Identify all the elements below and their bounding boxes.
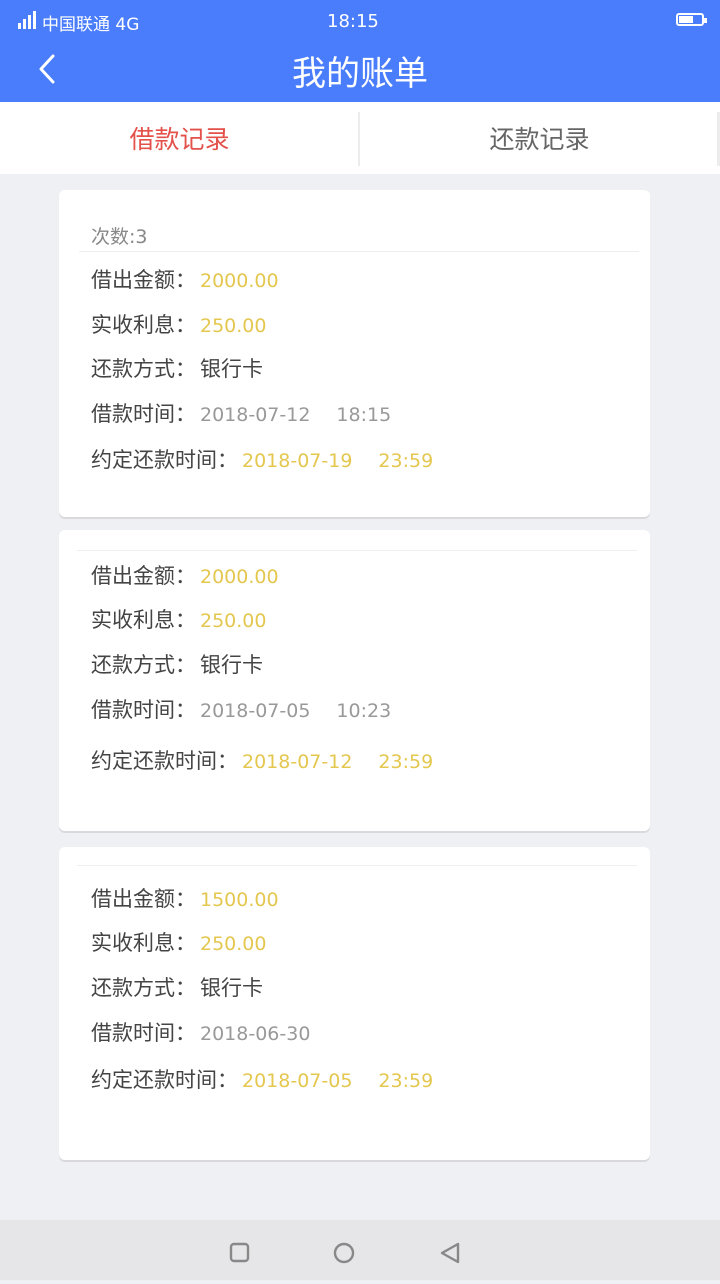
borrow-time-label: 借款时间： bbox=[91, 402, 196, 426]
due-time-label: 约定还款时间： bbox=[91, 749, 238, 773]
tab-repay-records[interactable]: 还款记录 bbox=[360, 102, 719, 174]
amount-label: 借出金额： bbox=[91, 268, 196, 292]
amount-label: 借出金额： bbox=[91, 564, 196, 588]
due-clock-value: 23:59 bbox=[378, 1070, 434, 1092]
home-button[interactable] bbox=[314, 1220, 374, 1280]
interest-label: 实收利息： bbox=[91, 931, 196, 955]
signal-icon bbox=[18, 11, 36, 29]
interest-value: 250.00 bbox=[200, 315, 267, 337]
count-label: 次数:3 bbox=[91, 226, 148, 248]
due-time-label: 约定还款时间： bbox=[91, 1068, 238, 1092]
interest-label: 实收利息： bbox=[91, 313, 196, 337]
amount-label: 借出金额： bbox=[91, 887, 196, 911]
amount-value: 2000.00 bbox=[200, 270, 279, 292]
page-title: 我的账单 bbox=[292, 54, 428, 94]
method-row: 还款方式： 银行卡 bbox=[91, 649, 263, 679]
borrow-date-value: 2018-06-30 bbox=[200, 1023, 311, 1045]
due-time-row: 约定还款时间： 2018-07-12 23:59 bbox=[91, 745, 433, 775]
carrier-label: 中国联通 4G bbox=[42, 15, 140, 35]
record-card[interactable]: 次数:3 借出金额： 2000.00 实收利息： 250.00 还款方式： 银行卡 借… bbox=[59, 190, 650, 517]
due-time-row: 约定还款时间： 2018-07-05 23:59 bbox=[91, 1064, 433, 1094]
recents-button[interactable] bbox=[209, 1220, 269, 1280]
due-date-value: 2018-07-12 bbox=[242, 751, 353, 773]
due-time-row: 约定还款时间： 2018-07-19 23:59 bbox=[91, 444, 433, 474]
due-date-value: 2018-07-19 bbox=[242, 450, 353, 472]
interest-value: 250.00 bbox=[200, 610, 267, 632]
record-card[interactable]: 借出金额： 1500.00 实收利息： 250.00 还款方式： 银行卡 借款时间： 2… bbox=[59, 847, 650, 1160]
method-value: 银行卡 bbox=[200, 357, 263, 381]
battery-icon bbox=[676, 13, 707, 26]
method-row: 还款方式： 银行卡 bbox=[91, 972, 263, 1002]
divider bbox=[77, 550, 637, 551]
method-label: 还款方式： bbox=[91, 653, 196, 677]
system-nav-bar bbox=[0, 1220, 720, 1280]
record-card[interactable]: 借出金额： 2000.00 实收利息： 250.00 还款方式： 银行卡 借款时间： 2… bbox=[59, 530, 650, 831]
borrow-time-row: 借款时间： 2018-07-12 18:15 bbox=[91, 398, 391, 428]
amount-row: 借出金额： 1500.00 bbox=[91, 883, 279, 913]
borrow-time-row: 借款时间： 2018-06-30 bbox=[91, 1017, 310, 1047]
method-row: 还款方式： 银行卡 bbox=[91, 353, 263, 383]
circle-icon bbox=[333, 1242, 355, 1264]
system-back-button[interactable] bbox=[420, 1220, 480, 1280]
borrow-date-value: 2018-07-12 bbox=[200, 404, 311, 426]
tab-bar: 借款记录 还款记录 bbox=[0, 102, 720, 174]
borrow-time-label: 借款时间： bbox=[91, 698, 196, 722]
amount-value: 2000.00 bbox=[200, 566, 279, 588]
amount-value: 1500.00 bbox=[200, 889, 279, 911]
amount-row: 借出金额： 2000.00 bbox=[91, 264, 279, 294]
interest-row: 实收利息： 250.00 bbox=[91, 927, 266, 957]
borrow-date-value: 2018-07-05 bbox=[200, 700, 311, 722]
amount-row: 借出金额： 2000.00 bbox=[91, 560, 279, 590]
interest-label: 实收利息： bbox=[91, 608, 196, 632]
due-clock-value: 23:59 bbox=[378, 450, 434, 472]
divider bbox=[79, 251, 639, 252]
interest-row: 实收利息： 250.00 bbox=[91, 309, 266, 339]
square-icon bbox=[229, 1242, 250, 1263]
due-clock-value: 23:59 bbox=[378, 751, 434, 773]
borrow-clock-value: 18:15 bbox=[336, 404, 392, 426]
due-time-label: 约定还款时间： bbox=[91, 448, 238, 472]
interest-value: 250.00 bbox=[200, 933, 267, 955]
borrow-time-row: 借款时间： 2018-07-05 10:23 bbox=[91, 694, 391, 724]
app-header: 中国联通 4G 18:15 我的账单 bbox=[0, 0, 720, 102]
tab-borrow-records[interactable]: 借款记录 bbox=[0, 102, 359, 174]
triangle-back-icon bbox=[440, 1242, 460, 1264]
borrow-time-label: 借款时间： bbox=[91, 1021, 196, 1045]
method-label: 还款方式： bbox=[91, 357, 196, 381]
due-date-value: 2018-07-05 bbox=[242, 1070, 353, 1092]
divider bbox=[77, 865, 637, 866]
borrow-clock-value: 10:23 bbox=[336, 700, 392, 722]
method-value: 银行卡 bbox=[200, 653, 263, 677]
status-bar: 中国联通 4G 18:15 bbox=[0, 0, 720, 42]
status-time: 18:15 bbox=[327, 11, 379, 32]
method-value: 银行卡 bbox=[200, 976, 263, 1000]
interest-row: 实收利息： 250.00 bbox=[91, 604, 266, 634]
method-label: 还款方式： bbox=[91, 976, 196, 1000]
